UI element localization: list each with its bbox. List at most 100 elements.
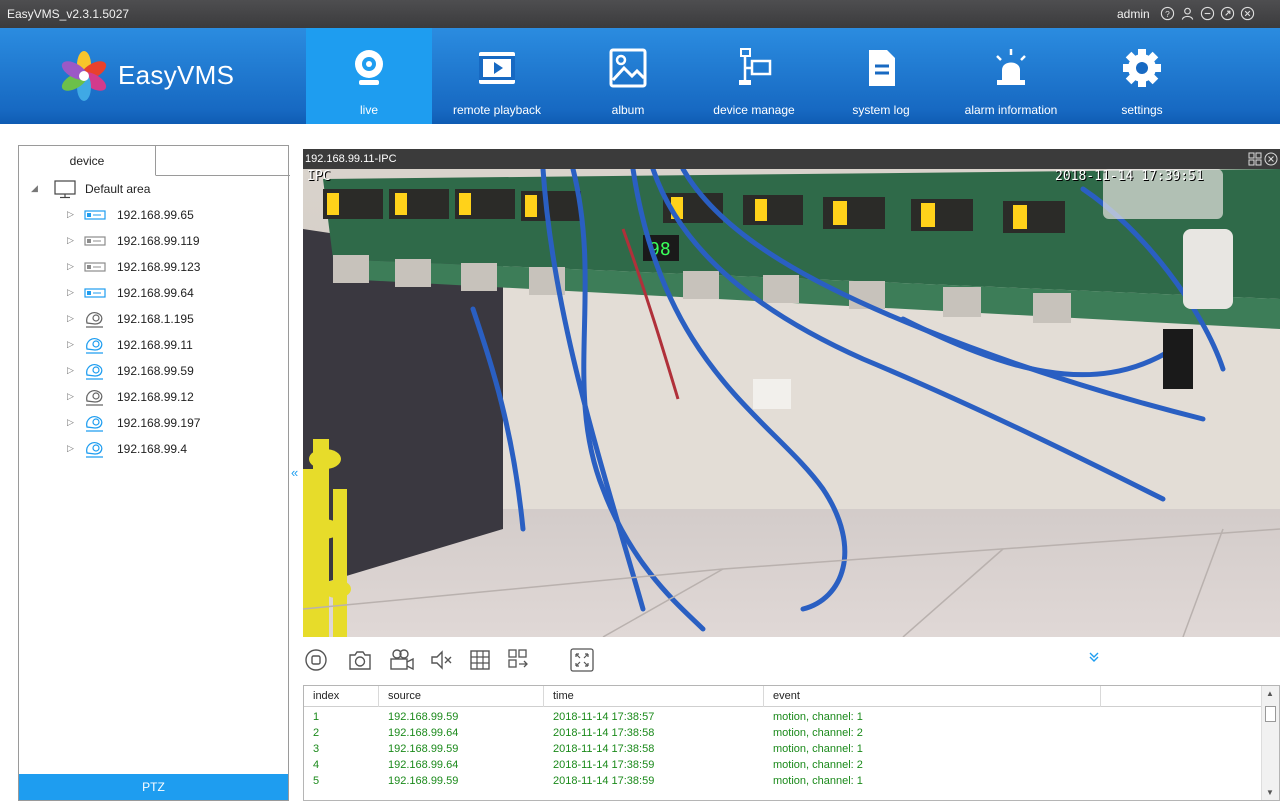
event-cell-index: 5 [313, 775, 320, 787]
tree-root[interactable]: ◢ Default area [19, 176, 288, 202]
event-table: index source time event 1 192.168.99.59 20… [303, 685, 1280, 801]
event-row[interactable]: 2 192.168.99.64 2018-11-14 17:38:58 motion,… [304, 725, 1261, 741]
system-log-icon [859, 46, 903, 90]
event-cell-time: 2018-11-14 17:38:58 [553, 727, 655, 739]
flower-logo-icon [61, 51, 107, 101]
nav-remote-playback[interactable]: remote playback [432, 28, 562, 124]
video-frame[interactable]: 98 IPC 2018-11-14 17:39:51 [303, 169, 1280, 637]
nav-alarm-information[interactable]: alarm information [944, 28, 1078, 124]
column-header-source[interactable]: source [379, 686, 544, 707]
expand-arrow-icon[interactable]: ▷ [67, 443, 77, 453]
tree-device-row[interactable]: ▷ 192.168.99.65 [19, 202, 288, 228]
expand-arrow-icon[interactable]: ▷ [67, 287, 77, 297]
layout-icon[interactable] [505, 645, 531, 675]
osd-channel: IPC [307, 169, 331, 184]
event-cell-index: 4 [313, 759, 320, 771]
tree-device-row[interactable]: ▷ 192.168.99.64 [19, 280, 288, 306]
camera-device-icon [83, 413, 107, 433]
event-cell-time: 2018-11-14 17:38:57 [553, 711, 655, 723]
tree-device-label: 192.168.99.12 [117, 390, 194, 404]
expand-arrow-icon[interactable]: ▷ [67, 235, 77, 245]
expand-arrow-icon[interactable]: ▷ [67, 339, 77, 349]
snapshot-icon[interactable] [347, 645, 373, 675]
nav-settings[interactable]: settings [1084, 28, 1200, 124]
nav-album[interactable]: album [568, 28, 688, 124]
brand-name: EasyVMS [118, 60, 235, 90]
logo: EasyVMS [58, 50, 258, 101]
event-row[interactable]: 4 192.168.99.64 2018-11-14 17:38:59 motion,… [304, 757, 1261, 773]
expand-arrow-icon[interactable]: ▷ [67, 417, 77, 427]
event-cell-event: motion, channel: 1 [773, 711, 863, 723]
stream-info-icon[interactable] [1248, 152, 1262, 166]
expand-arrow-icon[interactable]: ▷ [67, 391, 77, 401]
maximize-icon[interactable] [1220, 6, 1235, 21]
nav-system-log-label: system log [852, 103, 910, 117]
record-icon[interactable] [389, 645, 415, 675]
event-cell-index: 2 [313, 727, 320, 739]
event-cell-event: motion, channel: 2 [773, 759, 863, 771]
webcam-icon [347, 46, 391, 90]
tree-device-label: 192.168.99.64 [117, 286, 194, 300]
tree-device-label: 192.168.99.119 [117, 234, 200, 248]
event-row[interactable]: 5 192.168.99.59 2018-11-14 17:38:59 motion,… [304, 773, 1261, 789]
nav-device-manage[interactable]: device manage [692, 28, 816, 124]
monitor-icon [53, 179, 77, 199]
tree-device-row[interactable]: ▷ 192.168.99.119 [19, 228, 288, 254]
event-cell-source: 192.168.99.59 [388, 711, 459, 723]
expand-arrow-icon[interactable]: ◢ [31, 183, 41, 193]
expand-arrow-icon[interactable]: ▷ [67, 365, 77, 375]
user-icon[interactable] [1180, 6, 1195, 21]
event-cell-index: 1 [313, 711, 320, 723]
expand-arrow-icon[interactable]: ▷ [67, 261, 77, 271]
nav-live-label: live [359, 103, 378, 117]
grid-icon[interactable] [467, 645, 493, 675]
double-chevron-down-icon [1089, 652, 1099, 662]
osd-timestamp: 2018-11-14 17:39:51 [1055, 169, 1204, 184]
tree-device-row[interactable]: ▷ 192.168.99.123 [19, 254, 288, 280]
tree-device-row[interactable]: ▷ 192.168.99.59 [19, 358, 288, 384]
nvr-device-icon [83, 257, 107, 277]
device-tab[interactable]: device [19, 146, 156, 176]
video-title: 192.168.99.11-IPC [305, 153, 397, 165]
tree-device-row[interactable]: ▷ 192.168.99.4 [19, 436, 288, 462]
fullscreen-icon[interactable] [569, 645, 595, 675]
expand-arrow-icon[interactable]: ▷ [67, 209, 77, 219]
expand-arrow-icon[interactable]: ▷ [67, 313, 77, 323]
help-icon[interactable]: ? [1160, 6, 1175, 21]
nav-system-log[interactable]: system log [828, 28, 934, 124]
video-pane[interactable]: 192.168.99.11-IPC 98 IPC 2018-11-14 17:3… [303, 149, 1280, 637]
collapse-panel-button[interactable]: « [291, 465, 298, 480]
mute-icon[interactable] [429, 645, 455, 675]
tree-device-row[interactable]: ▷ 192.168.99.197 [19, 410, 288, 436]
expand-down-button[interactable] [1088, 651, 1100, 666]
column-header-index[interactable]: index [304, 686, 379, 707]
camera-device-icon [83, 309, 107, 329]
stop-icon[interactable] [303, 645, 329, 675]
scroll-up-icon[interactable]: ▲ [1266, 689, 1274, 698]
event-row[interactable]: 3 192.168.99.59 2018-11-14 17:38:58 motion,… [304, 741, 1261, 757]
event-row[interactable]: 1 192.168.99.59 2018-11-14 17:38:57 motion,… [304, 709, 1261, 725]
event-cell-event: motion, channel: 2 [773, 727, 863, 739]
column-header-event[interactable]: event [764, 686, 1101, 707]
close-video-icon[interactable] [1264, 152, 1278, 166]
minimize-icon[interactable] [1200, 6, 1215, 21]
event-cell-event: motion, channel: 1 [773, 743, 863, 755]
tree-device-row[interactable]: ▷ 192.168.99.11 [19, 332, 288, 358]
camera-device-icon [83, 387, 107, 407]
nvr-device-icon [83, 231, 107, 251]
settings-icon [1120, 46, 1164, 90]
scroll-down-icon[interactable]: ▼ [1266, 788, 1274, 797]
nav-album-label: album [611, 103, 645, 117]
close-icon[interactable] [1240, 6, 1255, 21]
nav-live[interactable]: live [306, 28, 432, 124]
album-icon [606, 46, 650, 90]
event-cell-source: 192.168.99.64 [388, 727, 459, 739]
tree-device-row[interactable]: ▷ 192.168.1.195 [19, 306, 288, 332]
ptz-button[interactable]: PTZ [19, 774, 288, 800]
event-scrollbar[interactable]: ▲ ▼ [1261, 686, 1279, 800]
current-user[interactable]: admin [1117, 7, 1150, 21]
scroll-thumb[interactable] [1265, 706, 1276, 722]
tree-device-row[interactable]: ▷ 192.168.99.12 [19, 384, 288, 410]
column-header-time[interactable]: time [544, 686, 764, 707]
camera-device-icon [83, 335, 107, 355]
